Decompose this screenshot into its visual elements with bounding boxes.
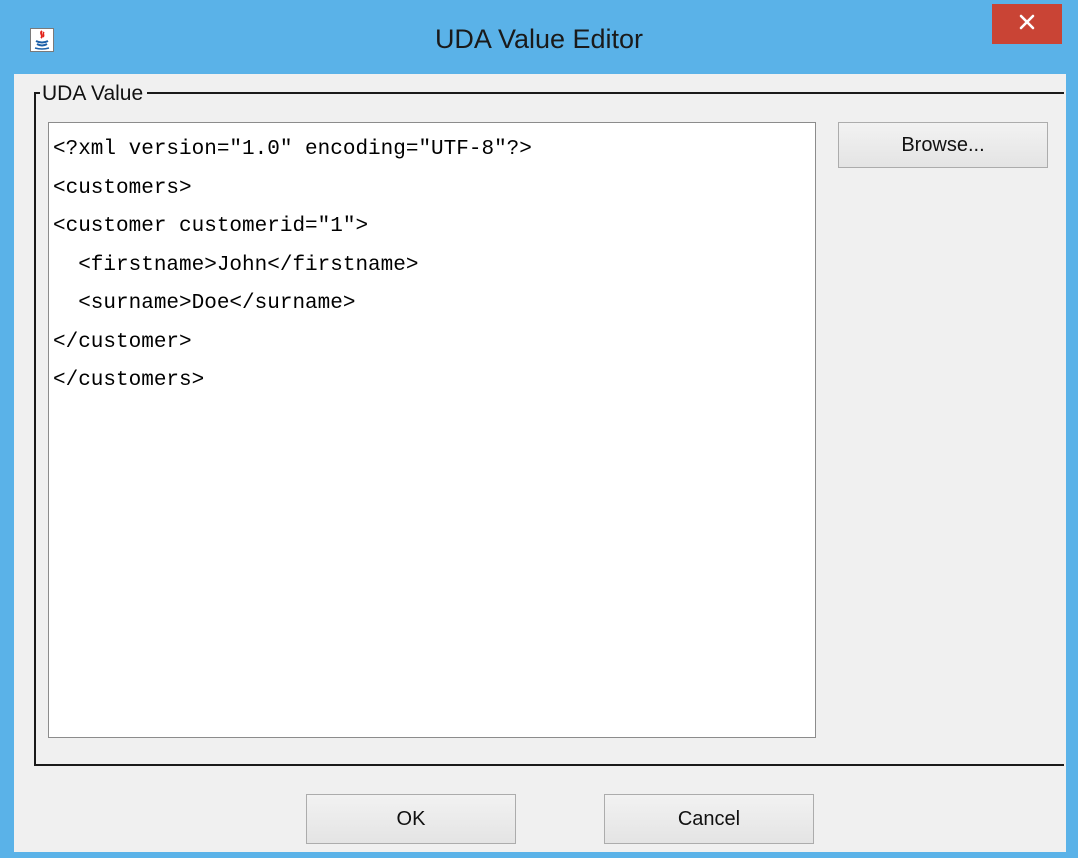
code-line: <surname>Doe</surname>: [53, 292, 356, 315]
window-frame-left: [0, 74, 14, 858]
group-label: UDA Value: [40, 82, 148, 106]
close-icon: [1018, 13, 1036, 36]
code-line: <customer customerid="1">: [53, 215, 369, 238]
code-line: </customers>: [53, 369, 205, 392]
code-line: <customers>: [53, 176, 192, 200]
code-line: <?xml version="1.0" encoding="UTF-8"?>: [53, 138, 532, 161]
title-bar[interactable]: UDA Value Editor: [0, 0, 1078, 74]
code-line: <firstname>John</firstname>: [53, 253, 419, 277]
window-title: UDA Value Editor: [434, 24, 644, 54]
browse-button[interactable]: Browse...: [838, 122, 1048, 168]
code-line: </customer>: [53, 330, 192, 354]
uda-value-text-area[interactable]: <?xml version="1.0" encoding="UTF-8"?> <…: [48, 122, 816, 738]
window-frame-bottom: [0, 852, 1078, 858]
cancel-button[interactable]: Cancel: [604, 794, 814, 844]
uda-value-editor-dialog: UDA Value Editor UDA Value <?xml version…: [0, 0, 1078, 858]
dialog-content: UDA Value <?xml version="1.0" encoding="…: [14, 74, 1066, 852]
close-button[interactable]: [992, 4, 1062, 44]
window-frame-right: [1066, 74, 1078, 858]
ok-button[interactable]: OK: [306, 794, 516, 844]
